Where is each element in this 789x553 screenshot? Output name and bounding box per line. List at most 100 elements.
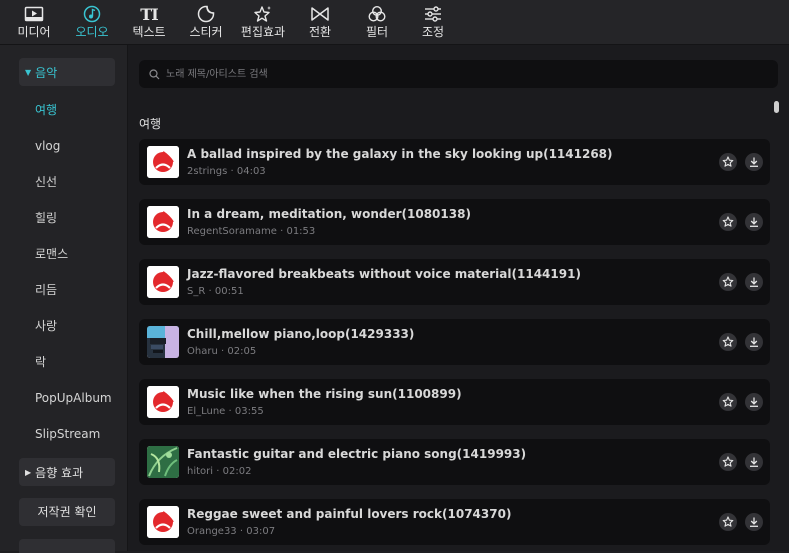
download-button[interactable] <box>745 453 763 471</box>
sidebar-section-music[interactable]: ▼ 음악 <box>19 58 115 86</box>
download-icon <box>748 336 760 348</box>
star-icon <box>722 336 734 348</box>
meta-separator: · <box>220 346 225 357</box>
download-icon <box>748 456 760 468</box>
tab-text-label: 텍스트 <box>132 25 166 39</box>
tab-transition[interactable]: 전환 <box>292 4 348 42</box>
track-duration: 02:02 <box>222 466 252 477</box>
download-button[interactable] <box>745 213 763 231</box>
tab-sticker-label: 스티커 <box>189 25 223 39</box>
tab-audio-label: 오디오 <box>75 25 109 39</box>
track-item[interactable]: In a dream, meditation, wonder(1080138) R… <box>139 199 770 245</box>
music-library-panel: 여행 A ballad inspired by the galaxy in th… <box>128 45 789 551</box>
track-meta: RegentSoramame · 01:53 <box>187 226 315 237</box>
transition-icon <box>310 4 330 24</box>
favorite-button[interactable] <box>719 213 737 231</box>
star-icon <box>722 216 734 228</box>
download-button[interactable] <box>745 333 763 351</box>
album-art-logo-icon <box>147 206 179 238</box>
download-icon <box>748 396 760 408</box>
sidebar-item-rock[interactable]: 락 <box>35 352 46 372</box>
download-icon <box>748 276 760 288</box>
tab-media[interactable]: 미디어 <box>6 4 62 42</box>
meta-separator: · <box>239 526 244 537</box>
search-input[interactable] <box>164 67 768 81</box>
download-button[interactable] <box>745 273 763 291</box>
tab-audio[interactable]: 오디오 <box>64 4 120 42</box>
track-title: In a dream, meditation, wonder(1080138) <box>187 207 471 221</box>
track-item[interactable]: Fantastic guitar and electric piano song… <box>139 439 770 485</box>
media-icon <box>24 4 44 24</box>
track-meta: Orange33 · 03:07 <box>187 526 275 537</box>
tab-adjust[interactable]: 조정 <box>405 4 461 42</box>
copyright-check-button[interactable]: 저작권 확인 <box>19 498 115 526</box>
track-title: Jazz-flavored breakbeats without voice m… <box>187 267 581 281</box>
tab-filter[interactable]: 필터 <box>349 4 405 42</box>
favorite-button[interactable] <box>719 393 737 411</box>
filter-icon <box>367 4 387 24</box>
track-item[interactable]: Jazz-flavored breakbeats without voice m… <box>139 259 770 305</box>
favorite-button[interactable] <box>719 513 737 531</box>
sticker-icon <box>197 4 215 24</box>
meta-separator: · <box>208 286 212 297</box>
track-duration: 03:55 <box>234 406 264 417</box>
track-duration: 01:53 <box>286 226 316 237</box>
sidebar-section-sound-effects[interactable]: ▶ 음향 효과 <box>19 458 115 486</box>
track-meta: El_Lune · 03:55 <box>187 406 264 417</box>
favorite-button[interactable] <box>719 453 737 471</box>
tab-effects[interactable]: 편집효과 <box>235 4 291 42</box>
tab-effects-label: 편집효과 <box>240 25 286 39</box>
meta-separator: · <box>216 466 220 477</box>
sidebar-item-healing[interactable]: 힐링 <box>35 208 57 228</box>
sidebar-item-romance[interactable]: 로맨스 <box>35 244 68 264</box>
sidebar-section-sound-effects-label: 음향 효과 <box>35 465 84 480</box>
track-duration: 00:51 <box>214 286 244 297</box>
meta-separator: · <box>230 166 234 177</box>
tab-media-label: 미디어 <box>17 25 51 39</box>
sidebar-item-vlog[interactable]: vlog <box>35 136 60 156</box>
tab-transition-label: 전환 <box>308 25 332 39</box>
star-icon <box>722 156 734 168</box>
sidebar-item-popupalbum[interactable]: PopUpAlbum <box>35 388 112 408</box>
section-title: 여행 <box>139 117 162 131</box>
favorite-button[interactable] <box>719 273 737 291</box>
tab-filter-label: 필터 <box>365 25 389 39</box>
album-art-logo-icon <box>147 506 179 538</box>
download-icon <box>748 516 760 528</box>
download-button[interactable] <box>745 393 763 411</box>
star-icon <box>722 456 734 468</box>
meta-separator: · <box>228 406 232 417</box>
star-icon <box>722 516 734 528</box>
sidebar-item-travel[interactable]: 여행 <box>35 100 57 120</box>
sidebar-item-slipstream[interactable]: SlipStream <box>35 424 100 444</box>
track-artist: Oharu <box>187 346 218 357</box>
sidebar-item-love[interactable]: 사랑 <box>35 316 57 336</box>
tab-text[interactable]: TI 텍스트 <box>121 4 177 42</box>
caret-right-icon: ▶ <box>25 467 32 477</box>
download-icon <box>748 216 760 228</box>
sidebar-section-music-label: 음악 <box>35 65 58 80</box>
favorite-button[interactable] <box>719 153 737 171</box>
download-button[interactable] <box>745 153 763 171</box>
track-duration: 03:07 <box>246 526 276 537</box>
scrollbar-thumb[interactable] <box>774 101 779 113</box>
favorite-button[interactable] <box>719 333 737 351</box>
download-button[interactable] <box>745 513 763 531</box>
track-item[interactable]: Chill,mellow piano,loop(1429333) Oharu · … <box>139 319 770 365</box>
sidebar-item-rhythm[interactable]: 리듬 <box>35 280 57 300</box>
track-title: Music like when the rising sun(1100899) <box>187 387 462 401</box>
track-item[interactable]: Music like when the rising sun(1100899) E… <box>139 379 770 425</box>
sidebar-item-fresh[interactable]: 신선 <box>35 172 57 192</box>
star-icon <box>722 276 734 288</box>
track-meta: 2strings · 04:03 <box>187 166 266 177</box>
track-item[interactable]: Reggae sweet and painful lovers rock(107… <box>139 499 770 545</box>
category-sidebar: ▼ 음악 여행 vlog 신선 힐링 로맨스 리듬 사랑 락 PopUpAlbu… <box>0 45 128 553</box>
text-icon: TI <box>140 4 158 24</box>
tab-sticker[interactable]: 스티커 <box>178 4 234 42</box>
track-duration: 02:05 <box>227 346 257 357</box>
tab-adjust-label: 조정 <box>421 25 445 39</box>
track-artist: S_R <box>187 286 206 297</box>
track-title: Chill,mellow piano,loop(1429333) <box>187 327 415 341</box>
track-item[interactable]: A ballad inspired by the galaxy in the s… <box>139 139 770 185</box>
search-icon <box>149 68 160 79</box>
